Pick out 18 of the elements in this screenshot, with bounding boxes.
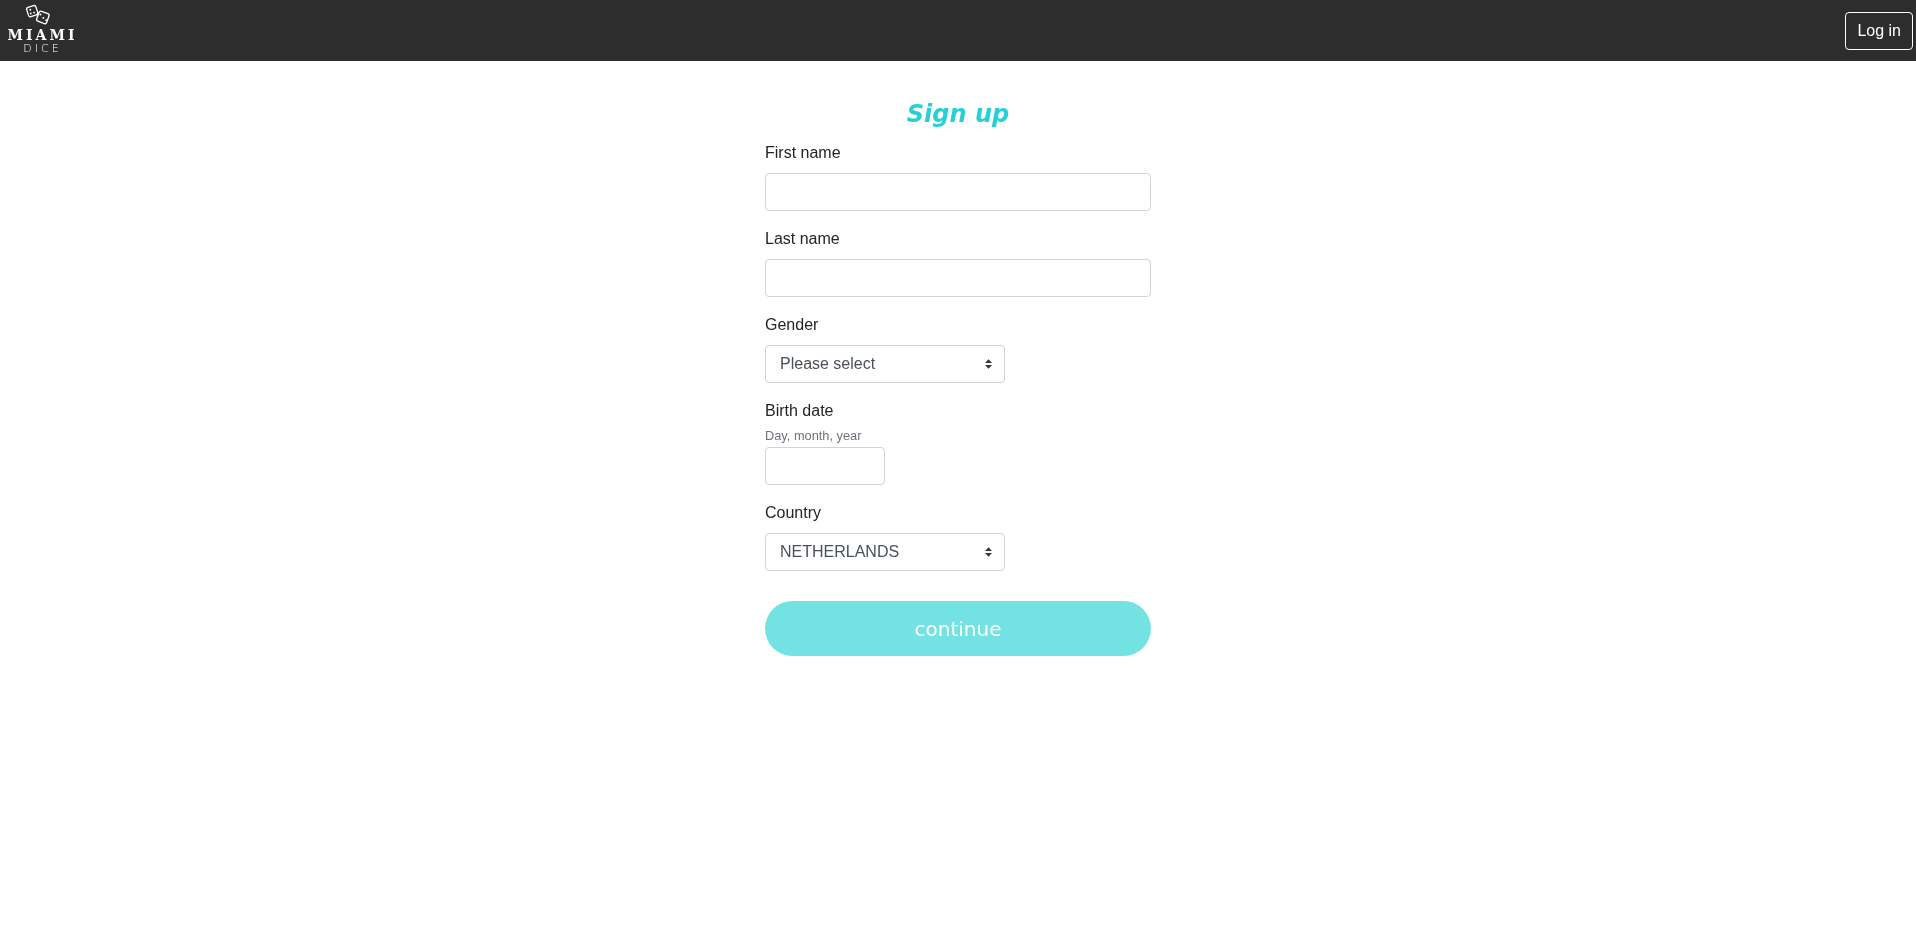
text-input[interactable] xyxy=(765,259,1151,297)
login-button[interactable]: Log in xyxy=(1845,11,1913,50)
dice-icon[interactable] xyxy=(24,4,52,26)
field-label: Gender xyxy=(765,315,819,335)
field-hint: Day, month, year xyxy=(765,428,862,444)
date-input[interactable] xyxy=(765,447,885,485)
field-label: Country xyxy=(765,503,822,523)
field-label: Birth date xyxy=(765,401,834,421)
form-title: Sign up xyxy=(906,99,1010,130)
field-label: First name xyxy=(765,143,841,163)
logo-subtitle[interactable]: DICE xyxy=(23,43,62,55)
sort-arrows-icon xyxy=(985,359,992,369)
text-input[interactable] xyxy=(765,173,1151,211)
sort-arrows-icon xyxy=(985,547,992,557)
select-dropdown[interactable]: Please select xyxy=(765,345,1005,383)
field-label: Last name xyxy=(765,229,840,249)
logo-wordmark[interactable]: MIAMI xyxy=(7,28,78,43)
select-dropdown[interactable]: NETHERLANDS xyxy=(765,533,1005,571)
